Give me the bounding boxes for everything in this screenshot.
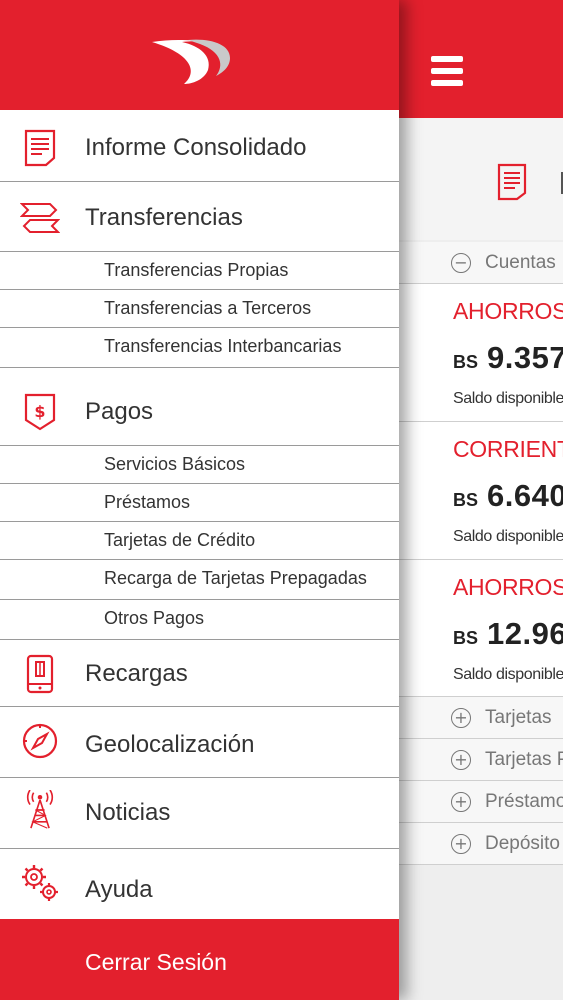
menu-item-informe-consolidado[interactable]: Informe Consolidado [0, 110, 399, 182]
report-icon [24, 129, 56, 167]
menu-item-label: Transferencias [85, 204, 243, 231]
section-deposito[interactable]: + Depósito c [399, 823, 563, 865]
account-balance: 12.96 [487, 616, 563, 651]
submenu-item-transferencias-interbancarias[interactable]: Transferencias Interbancarias [0, 328, 399, 368]
submenu-item-label: Transferencias Propias [104, 260, 289, 280]
expand-icon: + [451, 791, 471, 812]
account-balance-label: Saldo disponible [453, 390, 563, 407]
submenu-item-label: Recarga de Tarjetas Prepagadas [104, 568, 367, 588]
section-label: Tarjetas [485, 706, 552, 728]
menu-item-label: Noticias [85, 799, 171, 826]
account-name: AHORROS B [453, 574, 563, 600]
mobile-topup-icon [26, 654, 54, 694]
section-label: Depósito c [485, 832, 563, 854]
section-label: Préstamo [485, 790, 563, 812]
account-currency: BS [453, 490, 479, 510]
menu-item-label: Informe Consolidado [85, 134, 307, 161]
antenna-tower-icon [26, 790, 54, 829]
page-title-strip [399, 118, 563, 240]
account-currency: BS [453, 628, 479, 648]
menu-item-transferencias[interactable]: Transferencias [0, 182, 399, 252]
main-content: − Cuentas AHORROS BS 9.357 Saldo disponi… [399, 0, 563, 1000]
gears-icon [22, 865, 58, 901]
account-balance: 6.640 [487, 478, 563, 513]
submenu-item-label: Tarjetas de Crédito [104, 530, 256, 550]
menu-item-label: Pagos [85, 398, 154, 425]
svg-text:$: $ [34, 402, 45, 421]
menu-item-noticias[interactable]: Noticias [0, 778, 399, 849]
account-card[interactable]: AHORROS BS 9.357 Saldo disponible [399, 284, 563, 422]
expand-icon: + [451, 833, 471, 854]
menu-item-ayuda[interactable]: Ayuda [0, 849, 399, 919]
compass-icon [22, 723, 58, 759]
submenu-item-transferencias-propias[interactable]: Transferencias Propias [0, 252, 399, 290]
account-currency: BS [453, 352, 479, 372]
account-balance-label: Saldo disponible [453, 528, 563, 545]
submenu-item-transferencias-terceros[interactable]: Transferencias a Terceros [0, 290, 399, 328]
submenu-item-servicios-basicos[interactable]: Servicios Básicos [0, 446, 399, 484]
expand-icon: + [451, 749, 471, 770]
submenu-item-prestamos[interactable]: Préstamos [0, 484, 399, 522]
account-name: CORRIENTE [453, 436, 563, 462]
menu-item-geolocalizacion[interactable]: Geolocalización [0, 707, 399, 778]
account-balance: 9.357 [487, 340, 563, 375]
section-tarjetas-prepagadas[interactable]: + Tarjetas P [399, 739, 563, 781]
menu-item-label: Ayuda [85, 876, 153, 903]
submenu-item-recarga-tarjetas-prepagadas[interactable]: Recarga de Tarjetas Prepagadas [0, 560, 399, 600]
account-name: AHORROS [453, 298, 563, 324]
menu-item-pagos[interactable]: $ Pagos [0, 368, 399, 446]
submenu-item-otros-pagos[interactable]: Otros Pagos [0, 600, 399, 640]
account-card[interactable]: AHORROS B BS 12.96 Saldo disponible [399, 560, 563, 697]
hamburger-icon[interactable] [427, 54, 467, 88]
submenu-item-label: Transferencias a Terceros [104, 298, 312, 318]
submenu-item-label: Préstamos [104, 492, 191, 512]
transfer-arrows-icon [20, 203, 60, 233]
menu-item-recargas[interactable]: Recargas [0, 640, 399, 707]
submenu-item-tarjetas-credito[interactable]: Tarjetas de Crédito [0, 522, 399, 560]
collapse-icon: − [451, 252, 471, 273]
main-top-bar [399, 0, 563, 118]
submenu-item-label: Otros Pagos [104, 608, 205, 628]
expand-icon: + [451, 707, 471, 728]
section-label: Cuentas [485, 251, 556, 273]
submenu-item-label: Transferencias Interbancarias [104, 336, 342, 356]
bank-logo-icon [152, 39, 230, 84]
navigation-drawer: Informe Consolidado Transferencias Trans… [0, 0, 399, 1000]
menu-item-label: Recargas [85, 660, 188, 687]
dollar-tag-icon: $ [24, 393, 56, 431]
drawer-header [0, 0, 399, 110]
logout-label: Cerrar Sesión [85, 949, 227, 975]
account-balance-label: Saldo disponible [453, 666, 563, 683]
section-cuentas[interactable]: − Cuentas [399, 242, 563, 284]
section-label: Tarjetas P [485, 748, 563, 770]
logout-button[interactable]: Cerrar Sesión [0, 919, 399, 1000]
section-tarjetas[interactable]: + Tarjetas [399, 697, 563, 739]
menu-item-label: Geolocalización [85, 731, 255, 758]
report-icon [497, 163, 527, 201]
account-card[interactable]: CORRIENTE BS 6.640 Saldo disponible [399, 422, 563, 560]
section-prestamos[interactable]: + Préstamo [399, 781, 563, 823]
submenu-item-label: Servicios Básicos [104, 454, 246, 474]
